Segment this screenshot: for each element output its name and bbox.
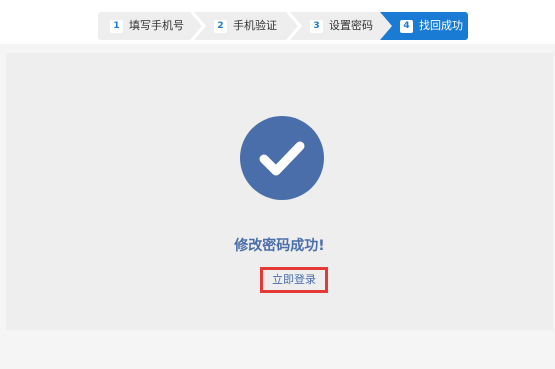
result-panel: 修改密码成功! 立即登录	[6, 53, 553, 330]
checkmark-icon	[259, 141, 305, 176]
check-circle-icon	[240, 116, 324, 200]
step-label: 填写手机号	[129, 19, 184, 32]
step-1: 1 填写手机号	[98, 12, 202, 40]
step-label: 设置密码	[329, 19, 373, 32]
step-3: 3 设置密码	[290, 12, 394, 40]
step-2: 2 手机验证	[194, 12, 298, 40]
step-number: 1	[110, 19, 123, 33]
step-number: 3	[310, 19, 323, 33]
success-message: 修改密码成功!	[234, 238, 325, 254]
step-label: 找回成功	[419, 19, 463, 32]
login-now-link[interactable]: 立即登录	[260, 267, 328, 293]
progress-steps: 1 填写手机号 2 手机验证 3 设置密码 4 找回成功	[98, 12, 468, 40]
step-label: 手机验证	[233, 19, 277, 32]
step-number: 2	[214, 19, 227, 33]
step-number: 4	[400, 19, 413, 33]
top-bar: 1 填写手机号 2 手机验证 3 设置密码 4 找回成功	[0, 0, 555, 44]
step-4-active: 4 找回成功	[380, 12, 468, 40]
